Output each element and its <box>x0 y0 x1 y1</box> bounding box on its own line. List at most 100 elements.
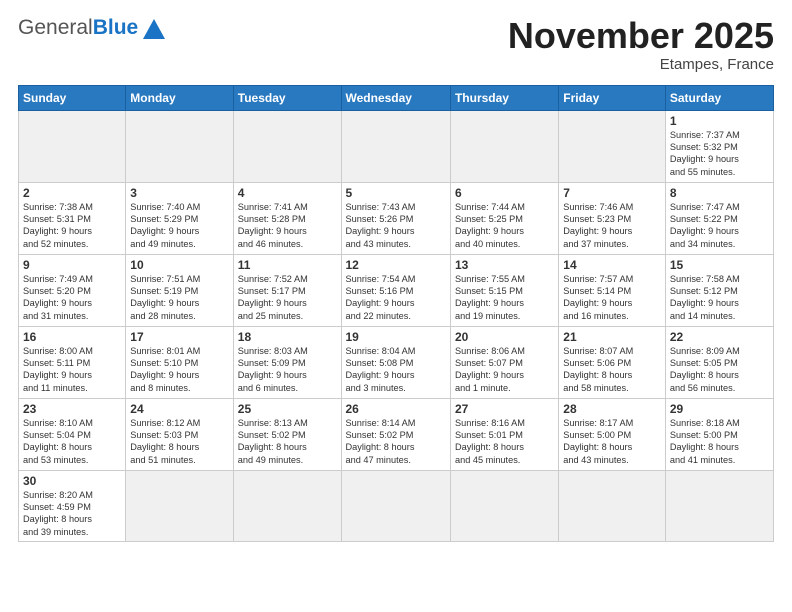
day-info: Sunrise: 7:40 AM Sunset: 5:29 PM Dayligh… <box>130 201 228 251</box>
day-number: 22 <box>670 330 769 344</box>
table-row: 14Sunrise: 7:57 AM Sunset: 5:14 PM Dayli… <box>559 254 666 326</box>
table-row: 26Sunrise: 8:14 AM Sunset: 5:02 PM Dayli… <box>341 398 450 470</box>
day-info: Sunrise: 8:13 AM Sunset: 5:02 PM Dayligh… <box>238 417 337 467</box>
col-wednesday: Wednesday <box>341 85 450 110</box>
day-number: 13 <box>455 258 554 272</box>
day-number: 2 <box>23 186 121 200</box>
table-row <box>665 470 773 542</box>
day-info: Sunrise: 8:09 AM Sunset: 5:05 PM Dayligh… <box>670 345 769 395</box>
day-number: 1 <box>670 114 769 128</box>
day-info: Sunrise: 8:17 AM Sunset: 5:00 PM Dayligh… <box>563 417 661 467</box>
table-row <box>19 110 126 182</box>
col-thursday: Thursday <box>450 85 558 110</box>
day-number: 28 <box>563 402 661 416</box>
table-row: 15Sunrise: 7:58 AM Sunset: 5:12 PM Dayli… <box>665 254 773 326</box>
calendar-header-row: Sunday Monday Tuesday Wednesday Thursday… <box>19 85 774 110</box>
day-number: 4 <box>238 186 337 200</box>
day-info: Sunrise: 7:49 AM Sunset: 5:20 PM Dayligh… <box>23 273 121 323</box>
day-info: Sunrise: 7:37 AM Sunset: 5:32 PM Dayligh… <box>670 129 769 179</box>
day-info: Sunrise: 8:18 AM Sunset: 5:00 PM Dayligh… <box>670 417 769 467</box>
day-info: Sunrise: 7:41 AM Sunset: 5:28 PM Dayligh… <box>238 201 337 251</box>
table-row: 21Sunrise: 8:07 AM Sunset: 5:06 PM Dayli… <box>559 326 666 398</box>
table-row: 16Sunrise: 8:00 AM Sunset: 5:11 PM Dayli… <box>19 326 126 398</box>
day-info: Sunrise: 7:57 AM Sunset: 5:14 PM Dayligh… <box>563 273 661 323</box>
day-number: 27 <box>455 402 554 416</box>
table-row: 30Sunrise: 8:20 AM Sunset: 4:59 PM Dayli… <box>19 470 126 542</box>
table-row: 29Sunrise: 8:18 AM Sunset: 5:00 PM Dayli… <box>665 398 773 470</box>
day-info: Sunrise: 7:47 AM Sunset: 5:22 PM Dayligh… <box>670 201 769 251</box>
day-info: Sunrise: 8:03 AM Sunset: 5:09 PM Dayligh… <box>238 345 337 395</box>
day-number: 30 <box>23 474 121 488</box>
table-row <box>341 470 450 542</box>
day-number: 23 <box>23 402 121 416</box>
table-row <box>450 470 558 542</box>
table-row: 2Sunrise: 7:38 AM Sunset: 5:31 PM Daylig… <box>19 182 126 254</box>
table-row: 23Sunrise: 8:10 AM Sunset: 5:04 PM Dayli… <box>19 398 126 470</box>
table-row: 24Sunrise: 8:12 AM Sunset: 5:03 PM Dayli… <box>126 398 233 470</box>
day-info: Sunrise: 7:52 AM Sunset: 5:17 PM Dayligh… <box>238 273 337 323</box>
table-row: 13Sunrise: 7:55 AM Sunset: 5:15 PM Dayli… <box>450 254 558 326</box>
day-number: 25 <box>238 402 337 416</box>
table-row: 12Sunrise: 7:54 AM Sunset: 5:16 PM Dayli… <box>341 254 450 326</box>
table-row: 18Sunrise: 8:03 AM Sunset: 5:09 PM Dayli… <box>233 326 341 398</box>
day-info: Sunrise: 8:01 AM Sunset: 5:10 PM Dayligh… <box>130 345 228 395</box>
day-info: Sunrise: 7:46 AM Sunset: 5:23 PM Dayligh… <box>563 201 661 251</box>
table-row: 7Sunrise: 7:46 AM Sunset: 5:23 PM Daylig… <box>559 182 666 254</box>
col-sunday: Sunday <box>19 85 126 110</box>
day-number: 17 <box>130 330 228 344</box>
table-row <box>559 110 666 182</box>
day-info: Sunrise: 8:16 AM Sunset: 5:01 PM Dayligh… <box>455 417 554 467</box>
table-row: 8Sunrise: 7:47 AM Sunset: 5:22 PM Daylig… <box>665 182 773 254</box>
page: General Blue November 2025 Etampes, Fran… <box>0 0 792 552</box>
table-row: 6Sunrise: 7:44 AM Sunset: 5:25 PM Daylig… <box>450 182 558 254</box>
day-number: 29 <box>670 402 769 416</box>
day-info: Sunrise: 8:04 AM Sunset: 5:08 PM Dayligh… <box>346 345 446 395</box>
day-number: 14 <box>563 258 661 272</box>
table-row: 4Sunrise: 7:41 AM Sunset: 5:28 PM Daylig… <box>233 182 341 254</box>
day-info: Sunrise: 7:55 AM Sunset: 5:15 PM Dayligh… <box>455 273 554 323</box>
day-number: 16 <box>23 330 121 344</box>
table-row: 9Sunrise: 7:49 AM Sunset: 5:20 PM Daylig… <box>19 254 126 326</box>
day-number: 8 <box>670 186 769 200</box>
table-row: 1Sunrise: 7:37 AM Sunset: 5:32 PM Daylig… <box>665 110 773 182</box>
day-info: Sunrise: 7:54 AM Sunset: 5:16 PM Dayligh… <box>346 273 446 323</box>
table-row: 19Sunrise: 8:04 AM Sunset: 5:08 PM Dayli… <box>341 326 450 398</box>
day-number: 12 <box>346 258 446 272</box>
day-number: 15 <box>670 258 769 272</box>
day-info: Sunrise: 8:20 AM Sunset: 4:59 PM Dayligh… <box>23 489 121 539</box>
table-row <box>450 110 558 182</box>
col-friday: Friday <box>559 85 666 110</box>
day-number: 6 <box>455 186 554 200</box>
day-info: Sunrise: 8:14 AM Sunset: 5:02 PM Dayligh… <box>346 417 446 467</box>
col-monday: Monday <box>126 85 233 110</box>
table-row: 11Sunrise: 7:52 AM Sunset: 5:17 PM Dayli… <box>233 254 341 326</box>
table-row <box>126 470 233 542</box>
day-number: 3 <box>130 186 228 200</box>
day-number: 18 <box>238 330 337 344</box>
day-number: 26 <box>346 402 446 416</box>
table-row: 5Sunrise: 7:43 AM Sunset: 5:26 PM Daylig… <box>341 182 450 254</box>
table-row <box>233 110 341 182</box>
logo-blue-text: Blue <box>93 16 139 40</box>
day-number: 9 <box>23 258 121 272</box>
day-info: Sunrise: 8:12 AM Sunset: 5:03 PM Dayligh… <box>130 417 228 467</box>
day-number: 19 <box>346 330 446 344</box>
day-info: Sunrise: 8:07 AM Sunset: 5:06 PM Dayligh… <box>563 345 661 395</box>
header: General Blue November 2025 Etampes, Fran… <box>18 16 774 73</box>
day-number: 21 <box>563 330 661 344</box>
day-number: 7 <box>563 186 661 200</box>
table-row: 17Sunrise: 8:01 AM Sunset: 5:10 PM Dayli… <box>126 326 233 398</box>
day-info: Sunrise: 7:38 AM Sunset: 5:31 PM Dayligh… <box>23 201 121 251</box>
table-row: 28Sunrise: 8:17 AM Sunset: 5:00 PM Dayli… <box>559 398 666 470</box>
calendar-table: Sunday Monday Tuesday Wednesday Thursday… <box>18 85 774 543</box>
col-saturday: Saturday <box>665 85 773 110</box>
title-area: November 2025 Etampes, France <box>508 16 774 73</box>
table-row: 20Sunrise: 8:06 AM Sunset: 5:07 PM Dayli… <box>450 326 558 398</box>
day-info: Sunrise: 7:43 AM Sunset: 5:26 PM Dayligh… <box>346 201 446 251</box>
day-info: Sunrise: 7:58 AM Sunset: 5:12 PM Dayligh… <box>670 273 769 323</box>
logo-triangle-icon <box>143 19 165 39</box>
table-row <box>559 470 666 542</box>
day-info: Sunrise: 8:00 AM Sunset: 5:11 PM Dayligh… <box>23 345 121 395</box>
day-number: 20 <box>455 330 554 344</box>
logo-general-text: General <box>18 16 93 40</box>
